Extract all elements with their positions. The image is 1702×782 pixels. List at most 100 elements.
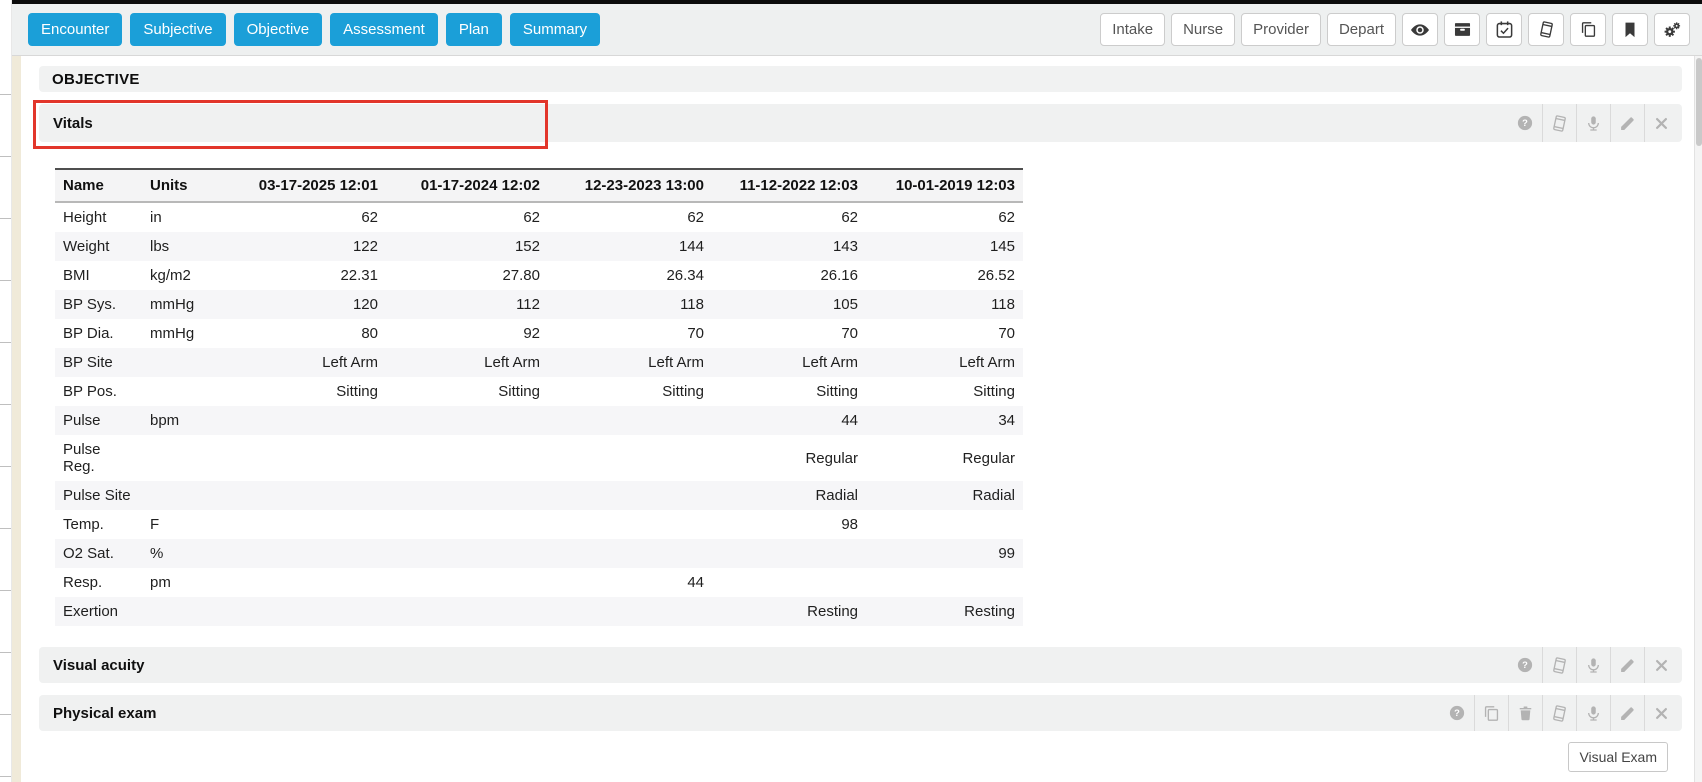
vertical-scrollbar[interactable] (1694, 56, 1702, 782)
table-cell: 152 (386, 232, 548, 261)
table-cell: Sitting (228, 377, 386, 406)
table-row: Pulse SiteRadialRadial (55, 481, 1023, 510)
microphone-icon[interactable] (1576, 695, 1610, 731)
book-icon[interactable] (1542, 104, 1576, 142)
close-icon[interactable] (1644, 647, 1678, 683)
table-cell (142, 481, 228, 510)
eye-icon (1410, 20, 1430, 40)
table-cell: Pulse Reg. (55, 435, 142, 481)
table-cell: 92 (386, 319, 548, 348)
eye-button[interactable] (1402, 13, 1438, 46)
pencil-icon[interactable] (1610, 695, 1644, 731)
archive-box-icon (1453, 20, 1472, 39)
calendar-check-button[interactable] (1486, 13, 1522, 46)
visual-acuity-section-bar[interactable]: Visual acuity ? (39, 647, 1682, 683)
physical-exam-section-bar[interactable]: Physical exam ? (39, 695, 1682, 731)
close-icon[interactable] (1644, 695, 1678, 731)
table-row: Heightin6262626262 (55, 202, 1023, 232)
table-cell (386, 539, 548, 568)
visual-exam-button[interactable]: Visual Exam (1568, 742, 1668, 772)
bookmark-icon (1621, 21, 1639, 39)
copy-icon (1579, 20, 1598, 39)
trash-icon[interactable] (1508, 695, 1542, 731)
table-cell: Regular (712, 435, 866, 481)
depart-button[interactable]: Depart (1327, 13, 1396, 46)
question-circle-icon[interactable]: ? (1508, 647, 1542, 683)
table-cell: Sitting (548, 377, 712, 406)
table-cell (386, 406, 548, 435)
table-cell: 26.52 (866, 261, 1023, 290)
bookmark-button[interactable] (1612, 13, 1648, 46)
pencil-icon[interactable] (1610, 104, 1644, 142)
table-cell: 70 (712, 319, 866, 348)
book-button[interactable] (1528, 13, 1564, 46)
table-row: Pulsebpm4434 (55, 406, 1023, 435)
copy-button[interactable] (1570, 13, 1606, 46)
scrollbar-thumb[interactable] (1696, 58, 1702, 146)
toolbar-actions: IntakeNurseProviderDepart (1100, 13, 1690, 46)
nav-button-encounter[interactable]: Encounter (28, 13, 122, 46)
table-cell: Exertion (55, 597, 142, 626)
objective-heading-bar: OBJECTIVE (39, 66, 1682, 92)
svg-text:?: ? (1522, 660, 1528, 670)
table-cell: 62 (712, 202, 866, 232)
gears-button[interactable] (1654, 13, 1690, 46)
nav-button-assessment[interactable]: Assessment (330, 13, 438, 46)
vitals-section-icons: ? (1508, 104, 1682, 142)
nav-button-subjective[interactable]: Subjective (130, 13, 225, 46)
table-cell: 26.16 (712, 261, 866, 290)
table-cell: Resting (712, 597, 866, 626)
table-cell (142, 348, 228, 377)
nav-button-plan[interactable]: Plan (446, 13, 502, 46)
table-cell: 62 (548, 202, 712, 232)
table-cell: 98 (712, 510, 866, 539)
microphone-icon[interactable] (1576, 647, 1610, 683)
pencil-icon[interactable] (1610, 647, 1644, 683)
table-cell: O2 Sat. (55, 539, 142, 568)
table-cell: pm (142, 568, 228, 597)
provider-button[interactable]: Provider (1241, 13, 1321, 46)
column-header: 01-17-2024 12:02 (386, 169, 548, 202)
table-cell: BP Dia. (55, 319, 142, 348)
copy-icon[interactable] (1474, 695, 1508, 731)
table-cell (548, 406, 712, 435)
archive-box-button[interactable] (1444, 13, 1480, 46)
table-cell: mmHg (142, 319, 228, 348)
table-cell: 62 (228, 202, 386, 232)
table-cell (386, 510, 548, 539)
table-cell: 70 (548, 319, 712, 348)
question-circle-icon[interactable]: ? (1508, 104, 1542, 142)
table-cell: 27.80 (386, 261, 548, 290)
close-icon[interactable] (1644, 104, 1678, 142)
nurse-button[interactable]: Nurse (1171, 13, 1235, 46)
vitals-table: NameUnits03-17-2025 12:0101-17-2024 12:0… (55, 168, 1023, 626)
table-cell: 143 (712, 232, 866, 261)
table-cell (142, 597, 228, 626)
microphone-icon[interactable] (1576, 104, 1610, 142)
table-cell (712, 539, 866, 568)
table-cell (386, 435, 548, 481)
encounter-nav: EncounterSubjective ObjectiveAssessmentPl… (28, 13, 600, 46)
table-cell: Pulse (55, 406, 142, 435)
question-circle-icon[interactable]: ? (1440, 695, 1474, 731)
column-header: Name (55, 169, 142, 202)
table-cell: BP Site (55, 348, 142, 377)
page-title: OBJECTIVE (52, 71, 140, 88)
book-icon[interactable] (1542, 695, 1576, 731)
table-cell: Left Arm (548, 348, 712, 377)
book-icon[interactable] (1542, 647, 1576, 683)
table-cell: Height (55, 202, 142, 232)
encounter-screen: EncounterSubjective ObjectiveAssessmentPl… (0, 0, 1702, 782)
nav-button-summary[interactable]: Summary (510, 13, 600, 46)
table-cell (228, 568, 386, 597)
nav-button-objective[interactable]: Objective (234, 13, 323, 46)
table-cell: 34 (866, 406, 1023, 435)
svg-text:?: ? (1522, 118, 1528, 128)
table-cell: % (142, 539, 228, 568)
table-row: O2 Sat.%99 (55, 539, 1023, 568)
table-cell: BP Sys. (55, 290, 142, 319)
vitals-section-bar[interactable]: Vitals ? (39, 104, 1682, 142)
table-cell: F (142, 510, 228, 539)
table-cell: 105 (712, 290, 866, 319)
intake-button[interactable]: Intake (1100, 13, 1165, 46)
